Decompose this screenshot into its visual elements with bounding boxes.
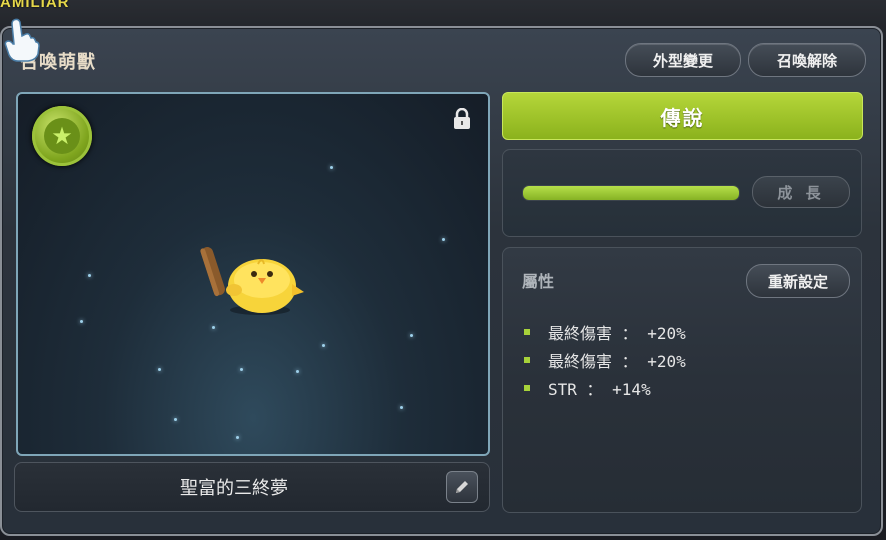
window-tag: AMILIAR xyxy=(0,0,70,11)
attribute-line: STR ： +14% xyxy=(524,377,651,399)
attribute-text: 最終傷害 ： +20% xyxy=(548,324,686,343)
sparkle xyxy=(322,344,325,347)
sparkle xyxy=(330,166,333,169)
growth-progress-bar xyxy=(522,185,740,201)
attributes-title: 屬性 xyxy=(522,272,555,291)
attribute-text: STR ： +14% xyxy=(548,380,651,399)
familiar-sprite xyxy=(200,247,304,315)
grade-banner: 傳說 xyxy=(502,92,863,140)
release-familiar-button[interactable]: 召喚解除 xyxy=(748,43,866,77)
lock-icon[interactable] xyxy=(453,108,471,130)
sparkle xyxy=(212,326,215,329)
sparkle xyxy=(174,418,177,421)
rename-button[interactable] xyxy=(446,471,478,503)
attribute-text: 最終傷害 ： +20% xyxy=(548,352,686,371)
grow-button[interactable]: 成 長 xyxy=(752,176,850,208)
sparkle xyxy=(236,436,239,439)
sparkle xyxy=(80,320,83,323)
growth-progress-fill xyxy=(523,186,739,200)
sparkle xyxy=(88,274,91,277)
reset-attributes-button[interactable]: 重新設定 xyxy=(746,264,850,298)
bullet-icon xyxy=(524,357,530,363)
star-badge-icon: ★ xyxy=(32,106,92,166)
sparkle xyxy=(442,238,445,241)
sparkle xyxy=(240,368,243,371)
attribute-line: 最終傷害 ： +20% xyxy=(524,321,686,343)
attribute-line: 最終傷害 ： +20% xyxy=(524,349,686,371)
bullet-icon xyxy=(524,385,530,391)
sparkle xyxy=(410,334,413,337)
sparkle xyxy=(158,368,161,371)
change-look-button[interactable]: 外型變更 xyxy=(625,43,741,77)
pencil-icon xyxy=(456,481,468,493)
hand-cursor-icon xyxy=(4,18,40,62)
bullet-icon xyxy=(524,329,530,335)
familiar-name: 聖富的三終夢 xyxy=(180,478,288,499)
sparkle xyxy=(400,406,403,409)
sparkle xyxy=(296,370,299,373)
